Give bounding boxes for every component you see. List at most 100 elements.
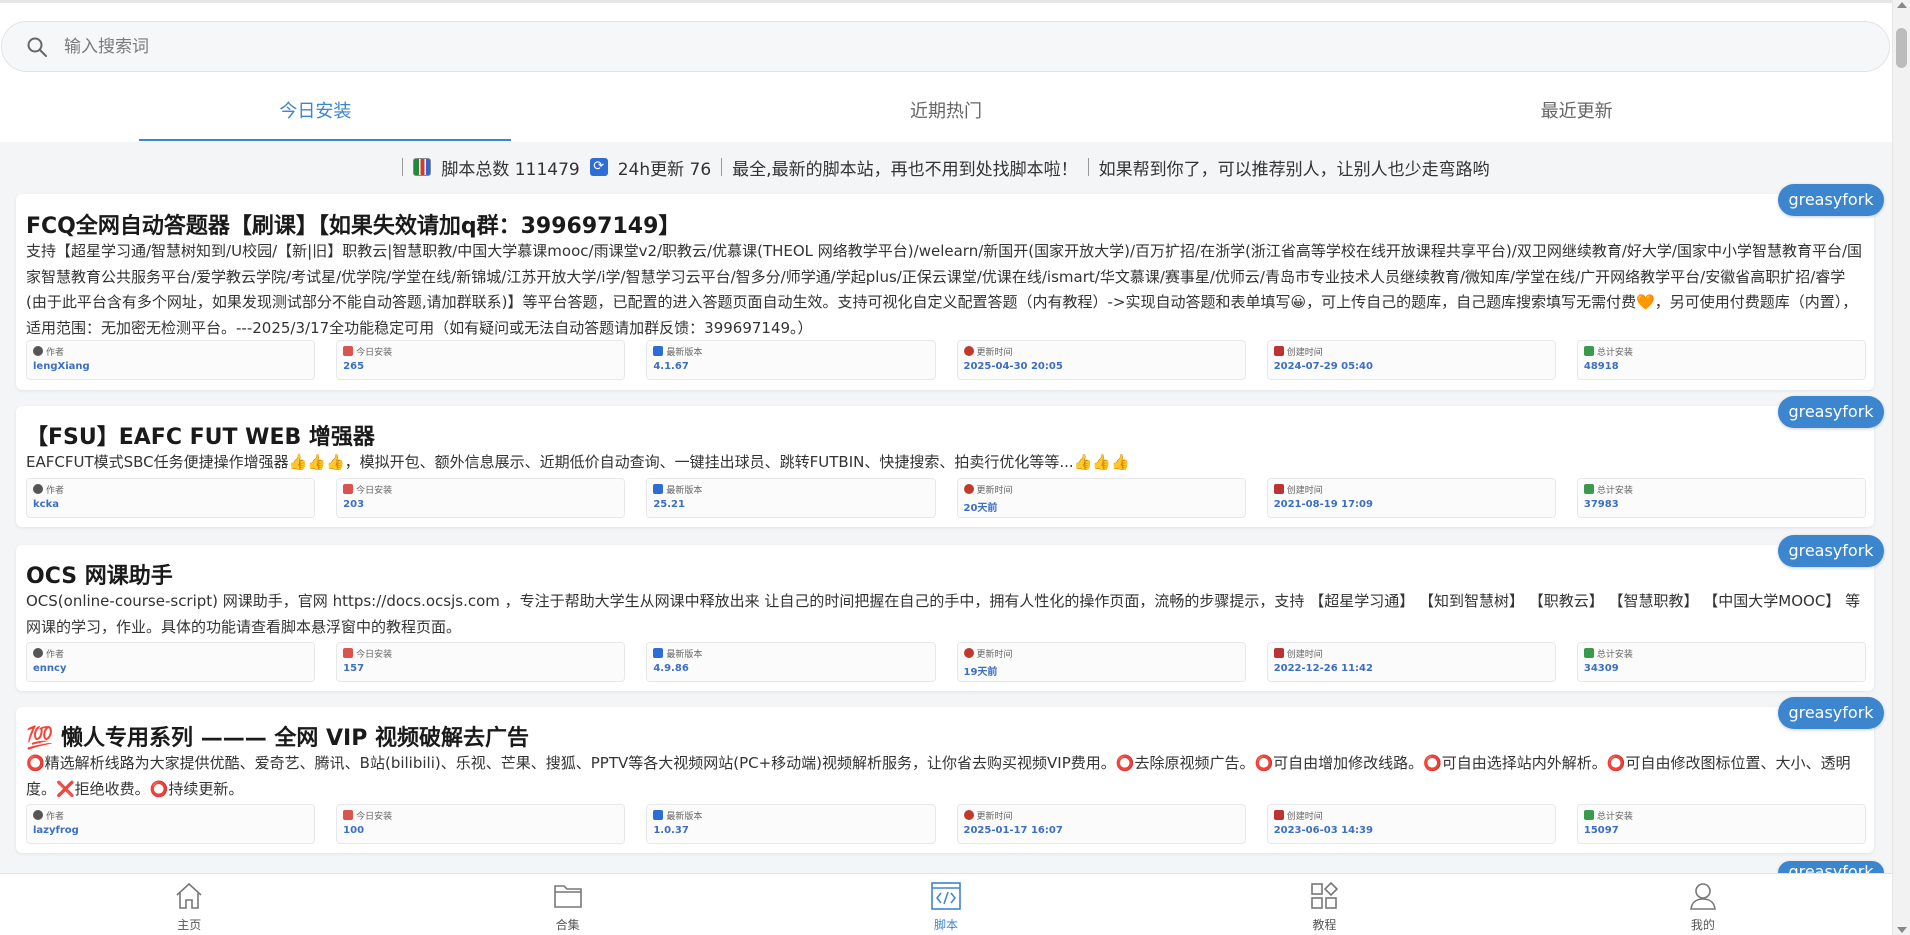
updated-time: 19天前 (963, 667, 998, 678)
script-card[interactable]: OCS 网课助手 OCS(online-course-script) 网课助手，… (16, 545, 1874, 691)
user-icon (33, 484, 43, 494)
script-description: EAFCFUT模式SBC任务便捷操作增强器👍👍👍，模拟开包、额外信息展示、近期低… (26, 453, 1130, 471)
tab-recent-updates[interactable]: 最近更新 (1261, 84, 1892, 142)
source-badge[interactable]: greasyfork (1778, 861, 1884, 873)
code-icon (931, 882, 961, 910)
meta-label: 最新版本 (666, 649, 703, 660)
top-bar (0, 0, 1892, 84)
source-badge[interactable]: greasyfork (1778, 535, 1884, 567)
tab-recent-popular[interactable]: 近期热门 (631, 84, 1262, 142)
divider (1087, 158, 1089, 176)
user-icon (33, 810, 43, 820)
created-time: 2023-06-03 14:39 (1273, 825, 1373, 836)
nav-label: 我的 (1690, 918, 1715, 932)
author-link[interactable]: lazyfrog (33, 825, 308, 836)
nav-collections[interactable]: 合集 (378, 874, 756, 935)
script-card[interactable]: 💯 懒人专用系列 ——— 全网 VIP 视频破解去广告 ⭕精选解析线路为大家提供… (16, 707, 1874, 853)
divider (721, 158, 723, 176)
calendar-icon (343, 648, 354, 658)
meta-label: 总计安装 (1596, 347, 1633, 358)
nav-profile[interactable]: 我的 (1514, 874, 1892, 935)
script-card[interactable]: FCQ全网自动答题器【刷课】【如果失效请加q群：399697149】 支持【超星… (16, 194, 1874, 390)
version-icon (653, 648, 664, 658)
script-title[interactable]: OCS 网课助手 (26, 558, 173, 590)
calendar-icon (1273, 346, 1284, 356)
latest-version: 4.1.67 (653, 361, 689, 372)
total-installs: 34309 (1583, 663, 1619, 674)
script-card[interactable]: 【FSU】EAFC FUT WEB 增强器 EAFCFUT模式SBC任务便捷操作… (16, 406, 1874, 527)
meta-author: 作者 kcka (26, 478, 316, 518)
script-title[interactable]: FCQ全网自动答题器【刷课】【如果失效请加q群：399697149】 (26, 208, 680, 240)
alarm-clock-icon (963, 648, 974, 658)
user-icon (33, 346, 43, 356)
meta-label: 创建时间 (1286, 649, 1323, 660)
meta-label: 作者 (46, 347, 65, 358)
total-chart-icon (1583, 810, 1594, 820)
meta-updated: 更新时间 2025-04-30 20:05 (956, 340, 1246, 380)
scrollbar-thumb[interactable] (1896, 28, 1907, 68)
author-link[interactable]: kcka (33, 499, 308, 510)
meta-label: 最新版本 (666, 485, 703, 496)
meta-label: 总计安装 (1596, 485, 1633, 496)
total-chart-icon (1583, 484, 1594, 494)
alarm-clock-icon (963, 810, 974, 820)
meta-label: 创建时间 (1286, 347, 1323, 358)
nav-home[interactable]: 主页 (0, 874, 378, 935)
source-badge[interactable]: greasyfork (1778, 697, 1884, 729)
stats-bar: 脚本总数 111479 ⟳ 24h更新 76 最全,最新的脚本站，再也不用到处找… (0, 152, 1892, 182)
updated-time: 2025-01-17 16:07 (963, 825, 1063, 836)
today-installs: 203 (343, 499, 365, 510)
alarm-clock-icon (963, 346, 974, 356)
meta-version: 最新版本 1.0.37 (646, 804, 936, 844)
nav-scripts[interactable]: 脚本 (757, 874, 1135, 935)
total-installs: 48918 (1583, 361, 1619, 372)
nav-tutorials[interactable]: 教程 (1135, 874, 1513, 935)
page-scrollbar[interactable] (1892, 0, 1910, 935)
meta-updated: 更新时间 19天前 (956, 642, 1246, 682)
script-title[interactable]: 【FSU】EAFC FUT WEB 增强器 (26, 419, 375, 451)
search-input[interactable] (64, 36, 1764, 57)
calendar-icon (343, 810, 354, 820)
divider (402, 158, 404, 176)
meta-today: 今日安装 157 (336, 642, 626, 682)
meta-label: 最新版本 (666, 811, 703, 822)
nav-label: 教程 (1312, 918, 1337, 932)
meta-version: 最新版本 4.1.67 (646, 340, 936, 380)
meta-total: 总计安装 48918 (1576, 340, 1867, 380)
scroll-up-arrow-icon[interactable] (1897, 2, 1907, 8)
updated-time: 2025-04-30 20:05 (963, 361, 1063, 372)
source-badge[interactable]: greasyfork (1778, 396, 1884, 428)
meta-created: 创建时间 2024-07-29 05:40 (1266, 340, 1556, 380)
scroll-down-arrow-icon[interactable] (1897, 927, 1907, 933)
meta-label: 今日安装 (356, 649, 393, 660)
script-description: OCS(online-course-script) 网课助手，官网 https:… (26, 592, 1861, 636)
calendar-icon (343, 346, 354, 356)
meta-label: 创建时间 (1286, 485, 1323, 496)
meta-label: 最新版本 (666, 347, 703, 358)
source-badge[interactable]: greasyfork (1778, 184, 1884, 216)
search-bar[interactable] (1, 21, 1890, 72)
updated-24h-count: 24h更新 76 (617, 159, 712, 180)
total-chart-icon (1583, 346, 1594, 356)
meta-today: 今日安装 265 (336, 340, 626, 380)
meta-label: 创建时间 (1286, 811, 1323, 822)
today-installs: 100 (343, 825, 365, 836)
bar-chart-icon (413, 158, 432, 176)
alarm-clock-icon (963, 484, 974, 494)
meta-label: 更新时间 (976, 811, 1013, 822)
nav-label: 脚本 (934, 918, 959, 932)
calendar-icon (1273, 648, 1284, 658)
calendar-icon (1273, 810, 1284, 820)
author-link[interactable]: enncy (33, 663, 308, 674)
script-title[interactable]: 💯 懒人专用系列 ——— 全网 VIP 视频破解去广告 (26, 720, 529, 752)
nav-label: 合集 (555, 918, 580, 932)
today-installs: 265 (343, 361, 365, 372)
home-icon (176, 882, 202, 909)
created-time: 2022-12-26 11:42 (1273, 663, 1373, 674)
user-icon (1689, 883, 1716, 910)
tab-today-installs[interactable]: 今日安装 (0, 84, 631, 142)
author-link[interactable]: lengXiang (33, 361, 308, 372)
apps-icon (1311, 881, 1339, 909)
calendar-icon (1273, 484, 1284, 494)
meta-label: 今日安装 (356, 485, 393, 496)
